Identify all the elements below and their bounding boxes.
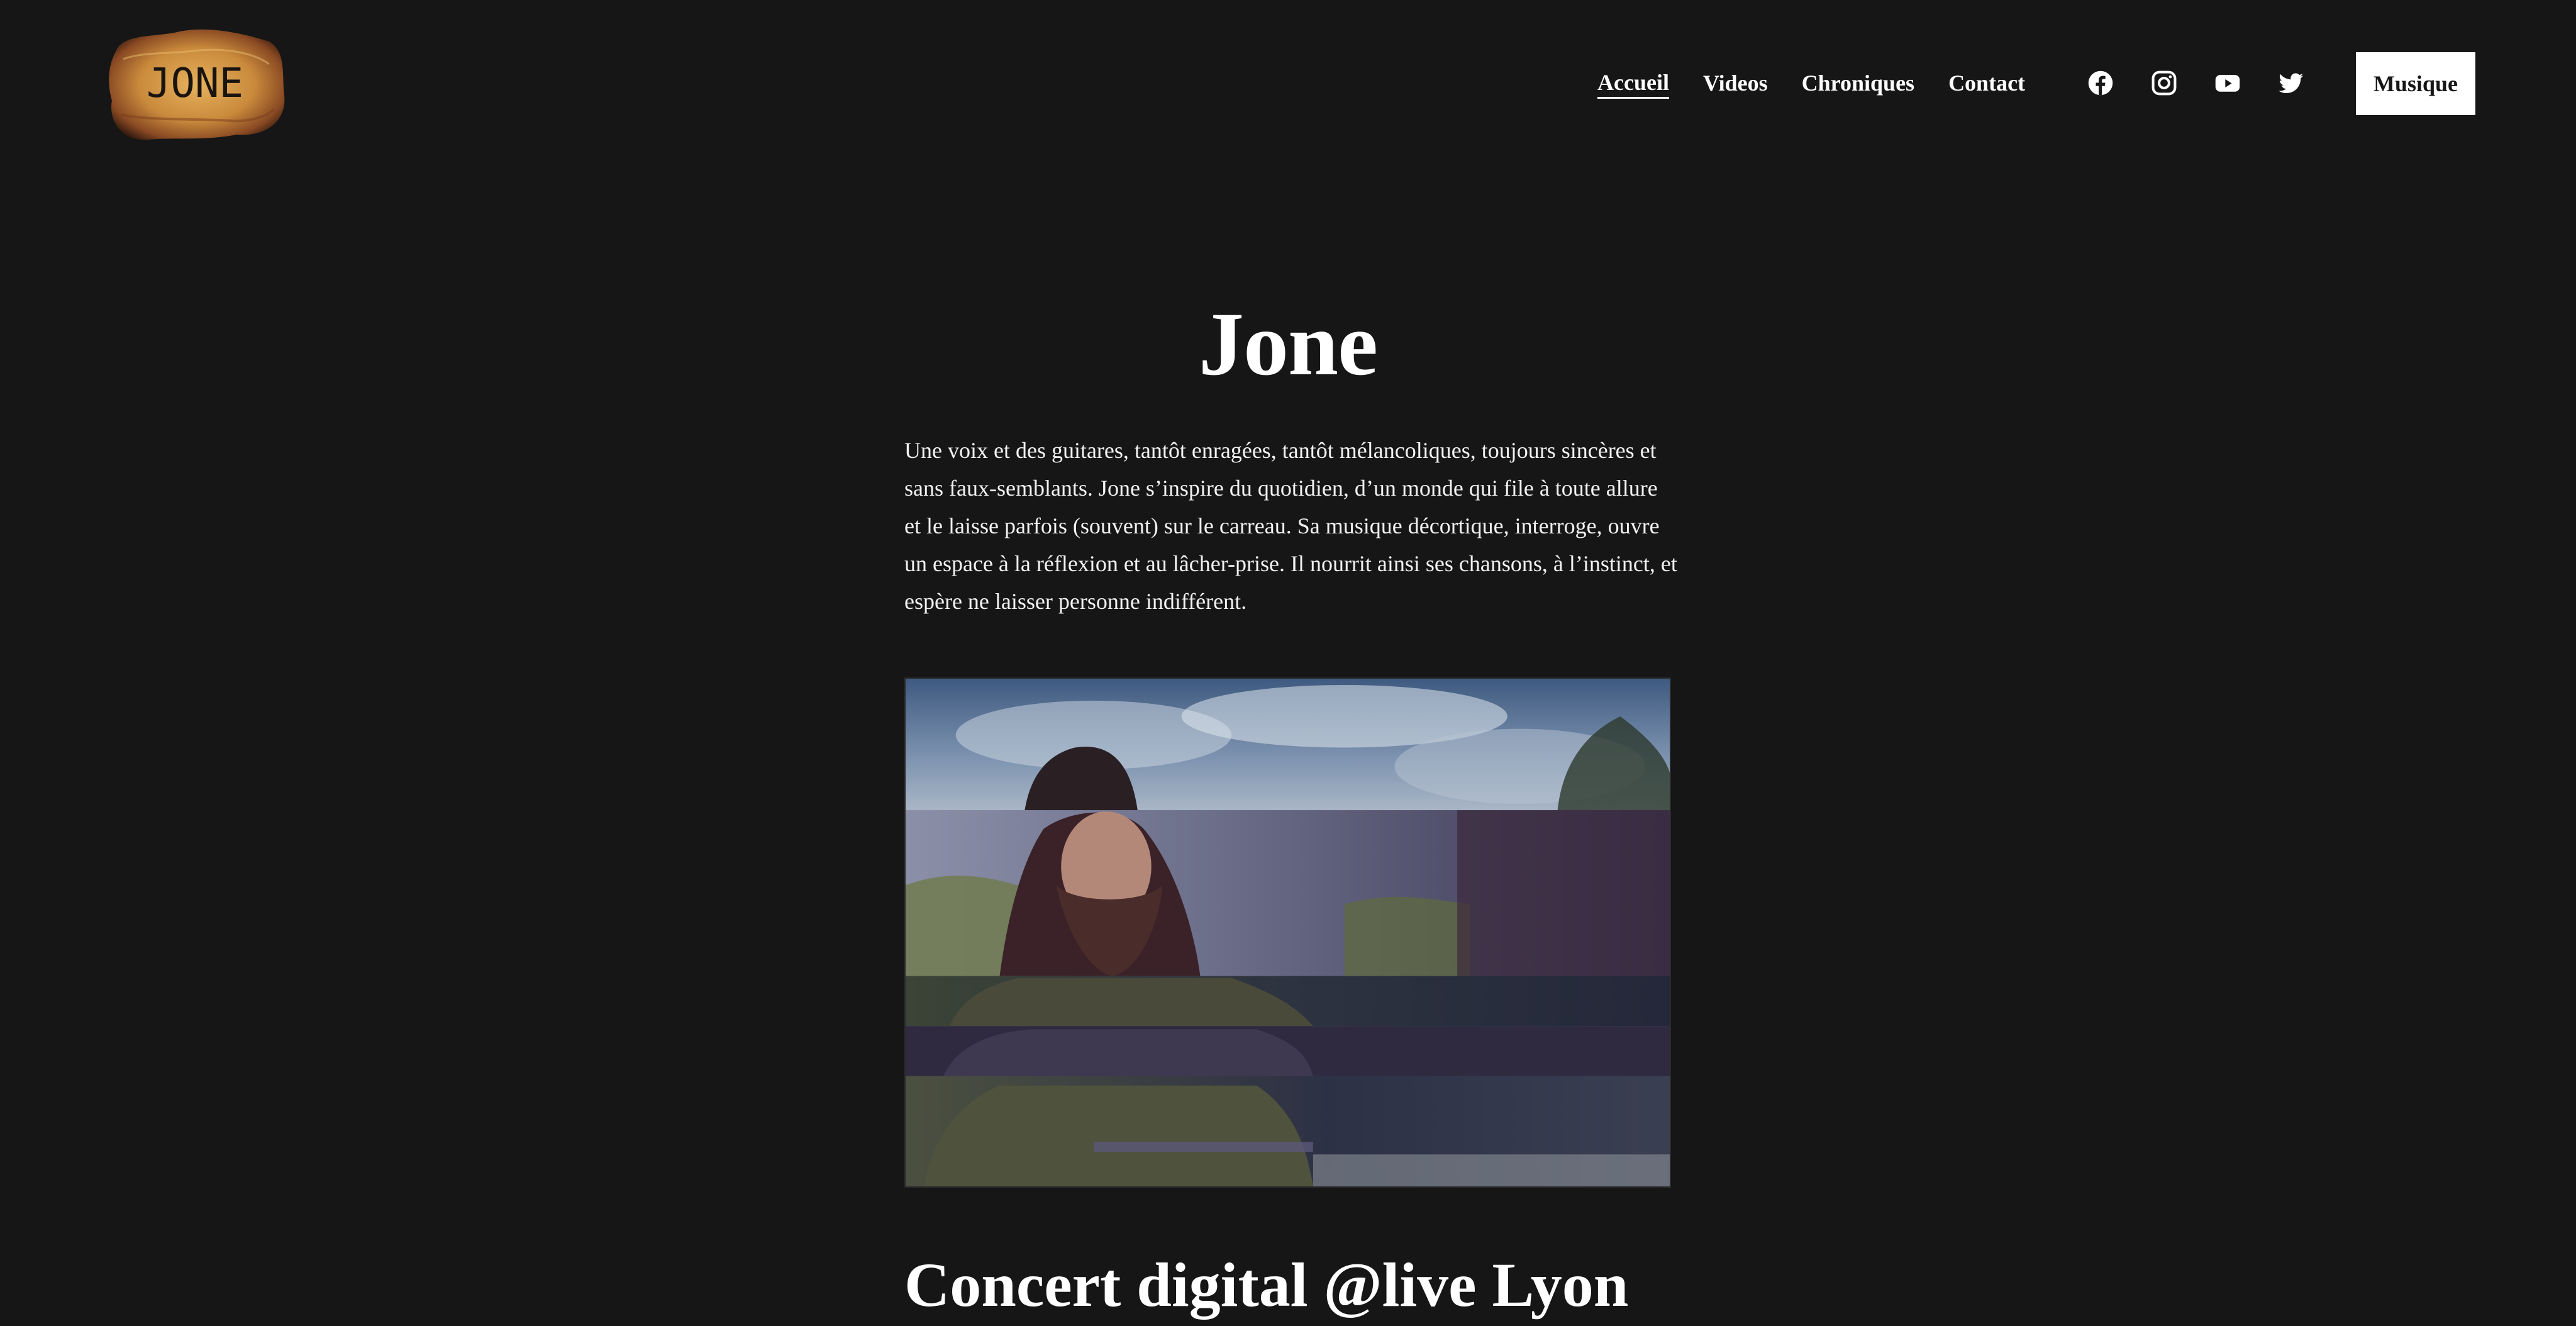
instagram-link[interactable] bbox=[2149, 68, 2179, 98]
intro-paragraph: Une voix et des guitares, tantôt enragée… bbox=[904, 438, 1677, 614]
youtube-icon bbox=[2215, 75, 2240, 92]
artist-photo bbox=[904, 677, 1671, 1188]
facebook-icon bbox=[2088, 70, 2113, 96]
nav-item-videos[interactable]: Videos bbox=[1703, 66, 1768, 100]
nav-item-chroniques[interactable]: Chroniques bbox=[1802, 66, 1914, 100]
page-title: Jone bbox=[1199, 294, 1378, 394]
twitter-link[interactable] bbox=[2276, 68, 2306, 98]
nav-item-accueil[interactable]: Accueil bbox=[1597, 68, 1669, 99]
section-title: Concert digital @live Lyon bbox=[904, 1250, 1629, 1320]
artist-photo-graphic bbox=[906, 679, 1670, 1186]
logo-text: JONE bbox=[147, 60, 243, 107]
main-navigation: Accueil Videos Chroniques Contact bbox=[1597, 66, 2059, 100]
nav-item-contact[interactable]: Contact bbox=[1948, 66, 2025, 100]
youtube-link[interactable] bbox=[2212, 68, 2243, 98]
instagram-icon bbox=[2151, 70, 2177, 96]
social-links bbox=[2085, 65, 2340, 101]
site-header: JONE Accueil Videos Chroniques Contact M… bbox=[0, 0, 2576, 164]
site-logo[interactable]: JONE bbox=[104, 26, 286, 143]
musique-button[interactable]: Musique bbox=[2356, 52, 2475, 115]
facebook-link[interactable] bbox=[2085, 68, 2116, 98]
logo-image: JONE bbox=[109, 29, 285, 140]
twitter-icon bbox=[2279, 73, 2304, 94]
